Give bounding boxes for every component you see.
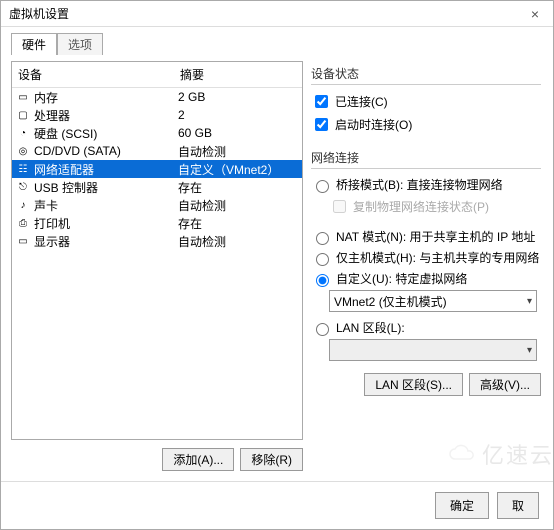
device-summary: 自定义（VMnet2） <box>174 161 302 178</box>
lan-segments-button[interactable]: LAN 区段(S)... <box>364 373 463 396</box>
nat-label: NAT 模式(N): 用于共享主机的 IP 地址 <box>336 228 535 245</box>
device-summary: 60 GB <box>174 126 302 140</box>
table-row[interactable]: ☷ 网络适配器 自定义（VMnet2） <box>12 160 302 178</box>
col-device: 设备 <box>12 62 174 87</box>
device-name: 打印机 <box>34 215 70 232</box>
connect-on-label: 启动时连接(O) <box>335 116 412 133</box>
cancel-button[interactable]: 取 <box>497 492 539 519</box>
table-row[interactable]: ▭ 显示器 自动检测 <box>12 232 302 250</box>
left-buttons: 添加(A)... 移除(R) <box>11 440 303 475</box>
custom-network-value: VMnet2 (仅主机模式) <box>334 293 447 310</box>
nat-row[interactable]: NAT 模式(N): 用于共享主机的 IP 地址 <box>311 227 541 246</box>
vm-settings-window: 虚拟机设置 × 硬件 选项 设备 摘要 ▭ 内存 2 GB ▢ 处理器 2 ◔ 硬盘 (SCS… <box>0 0 554 530</box>
device-status-group: 设备状态 已连接(C) 启动时连接(O) <box>311 65 541 135</box>
right-panel: 设备状态 已连接(C) 启动时连接(O) 网络连接 桥接模式(B): 直接连接物… <box>309 61 543 475</box>
replicate-row: 复制物理网络连接状态(P) <box>311 196 541 217</box>
add-button[interactable]: 添加(A)... <box>162 448 234 471</box>
printer-icon: ⎙ <box>16 216 30 230</box>
network-connection-group: 网络连接 桥接模式(B): 直接连接物理网络 复制物理网络连接状态(P) NAT… <box>311 149 541 396</box>
device-name: CD/DVD (SATA) <box>34 144 121 158</box>
device-table-header: 设备 摘要 <box>12 62 302 88</box>
left-panel: 设备 摘要 ▭ 内存 2 GB ▢ 处理器 2 ◔ 硬盘 (SCSI) 60 GB ◎ CD/DVD… <box>11 61 303 475</box>
table-row[interactable]: ⎋ USB 控制器 存在 <box>12 178 302 196</box>
table-row[interactable]: ◔ 硬盘 (SCSI) 60 GB <box>12 124 302 142</box>
right-buttons: LAN 区段(S)... 高级(V)... <box>311 373 541 396</box>
hostonly-radio[interactable] <box>316 253 329 266</box>
connect-on-row[interactable]: 启动时连接(O) <box>311 114 541 135</box>
remove-button[interactable]: 移除(R) <box>240 448 303 471</box>
connected-checkbox[interactable] <box>315 95 328 108</box>
device-name: 网络适配器 <box>34 161 94 178</box>
memory-icon: ▭ <box>16 90 30 104</box>
device-rows: ▭ 内存 2 GB ▢ 处理器 2 ◔ 硬盘 (SCSI) 60 GB ◎ CD/DVD (SATA… <box>12 88 302 439</box>
device-summary: 自动检测 <box>174 197 302 214</box>
hostonly-label: 仅主机模式(H): 与主机共享的专用网络 <box>336 249 539 266</box>
device-summary: 存在 <box>174 215 302 232</box>
device-name: USB 控制器 <box>34 179 98 196</box>
device-summary: 2 <box>174 108 302 122</box>
chevron-down-icon: ▾ <box>527 345 532 356</box>
tabs: 硬件 选项 <box>1 27 553 55</box>
display-icon: ▭ <box>16 234 30 248</box>
bridged-radio[interactable] <box>316 180 329 193</box>
table-row[interactable]: ▭ 内存 2 GB <box>12 88 302 106</box>
advanced-button[interactable]: 高级(V)... <box>469 373 541 396</box>
window-title: 虚拟机设置 <box>9 5 69 22</box>
lan-segment-select: ▾ <box>329 339 537 361</box>
custom-label: 自定义(U): 特定虚拟网络 <box>336 270 467 287</box>
device-table: 设备 摘要 ▭ 内存 2 GB ▢ 处理器 2 ◔ 硬盘 (SCSI) 60 GB ◎ CD/DVD… <box>11 61 303 440</box>
connected-label: 已连接(C) <box>335 93 388 110</box>
table-row[interactable]: ⎙ 打印机 存在 <box>12 214 302 232</box>
content-body: 设备 摘要 ▭ 内存 2 GB ▢ 处理器 2 ◔ 硬盘 (SCSI) 60 GB ◎ CD/DVD… <box>1 55 553 481</box>
device-name: 声卡 <box>34 197 58 214</box>
titlebar: 虚拟机设置 × <box>1 1 553 27</box>
sound-icon: ♪ <box>16 198 30 212</box>
connected-row[interactable]: 已连接(C) <box>311 91 541 112</box>
table-row[interactable]: ♪ 声卡 自动检测 <box>12 196 302 214</box>
lan-label: LAN 区段(L): <box>336 319 405 336</box>
nat-radio[interactable] <box>316 232 329 245</box>
device-summary: 2 GB <box>174 90 302 104</box>
device-name: 显示器 <box>34 233 70 250</box>
device-summary: 存在 <box>174 179 302 196</box>
network-icon: ☷ <box>16 162 30 176</box>
table-row[interactable]: ▢ 处理器 2 <box>12 106 302 124</box>
tab-options[interactable]: 选项 <box>57 33 103 55</box>
bridged-label: 桥接模式(B): 直接连接物理网络 <box>336 176 503 193</box>
lan-radio[interactable] <box>316 323 329 336</box>
lan-row[interactable]: LAN 区段(L): <box>311 318 541 337</box>
custom-network-select[interactable]: VMnet2 (仅主机模式) ▾ <box>329 290 537 312</box>
bridged-row[interactable]: 桥接模式(B): 直接连接物理网络 <box>311 175 541 194</box>
replicate-checkbox <box>333 200 346 213</box>
network-connection-title: 网络连接 <box>311 149 541 169</box>
disk-icon: ◔ <box>16 126 30 140</box>
cpu-icon: ▢ <box>16 108 30 122</box>
device-name: 硬盘 (SCSI) <box>34 125 97 142</box>
close-icon[interactable]: × <box>525 6 545 22</box>
connect-on-checkbox[interactable] <box>315 118 328 131</box>
device-summary: 自动检测 <box>174 233 302 250</box>
device-status-title: 设备状态 <box>311 65 541 85</box>
custom-row[interactable]: 自定义(U): 特定虚拟网络 <box>311 269 541 288</box>
tab-hardware[interactable]: 硬件 <box>11 33 57 55</box>
col-summary: 摘要 <box>174 62 302 87</box>
cdrom-icon: ◎ <box>16 144 30 158</box>
device-name: 内存 <box>34 89 58 106</box>
device-name: 处理器 <box>34 107 70 124</box>
custom-radio[interactable] <box>316 274 329 287</box>
chevron-down-icon: ▾ <box>527 296 532 307</box>
usb-icon: ⎋ <box>16 180 30 194</box>
ok-button[interactable]: 确定 <box>435 492 489 519</box>
replicate-label: 复制物理网络连接状态(P) <box>353 198 489 215</box>
footer: 确定 取 <box>1 481 553 529</box>
table-row[interactable]: ◎ CD/DVD (SATA) 自动检测 <box>12 142 302 160</box>
hostonly-row[interactable]: 仅主机模式(H): 与主机共享的专用网络 <box>311 248 541 267</box>
device-summary: 自动检测 <box>174 143 302 160</box>
